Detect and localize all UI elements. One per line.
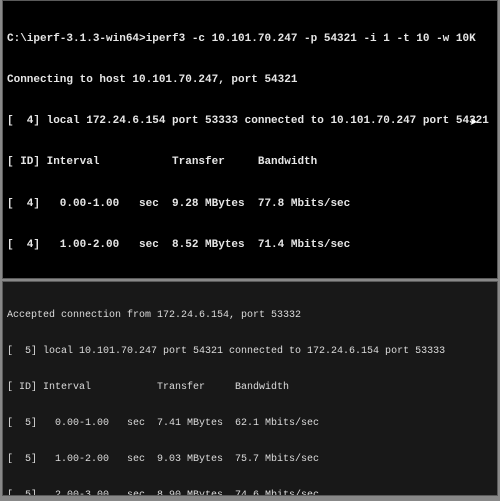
table-row: [ 4] 1.00-2.00 sec 8.52 MBytes 71.4 Mbit…: [7, 239, 493, 253]
top-terminal[interactable]: C:\iperf-3.1.3-win64>iperf3 -c 10.101.70…: [2, 0, 498, 279]
table-row: [ 5] 0.00-1.00 sec 7.41 MBytes 62.1 Mbit…: [7, 418, 493, 430]
connecting-line: Connecting to host 10.101.70.247, port 5…: [7, 74, 493, 88]
local-conn-line: [ 5] local 10.101.70.247 port 54321 conn…: [7, 346, 493, 358]
local-conn-line: [ 4] local 172.24.6.154 port 53333 conne…: [7, 115, 493, 129]
command-line: C:\iperf-3.1.3-win64>iperf3 -c 10.101.70…: [7, 33, 493, 47]
table-header: [ ID] Interval Transfer Bandwidth: [7, 382, 493, 394]
screenshot-window: C:\iperf-3.1.3-win64>iperf3 -c 10.101.70…: [0, 0, 500, 501]
table-row: [ 4] 0.00-1.00 sec 9.28 MBytes 77.8 Mbit…: [7, 198, 493, 212]
table-header: [ ID] Interval Transfer Bandwidth: [7, 156, 493, 170]
bottom-terminal[interactable]: Accepted connection from 172.24.6.154, p…: [2, 281, 498, 496]
table-row: [ 5] 2.00-3.00 sec 8.90 MBytes 74.6 Mbit…: [7, 490, 493, 496]
table-row: [ 5] 1.00-2.00 sec 9.03 MBytes 75.7 Mbit…: [7, 454, 493, 466]
accepted-line: Accepted connection from 172.24.6.154, p…: [7, 310, 493, 322]
